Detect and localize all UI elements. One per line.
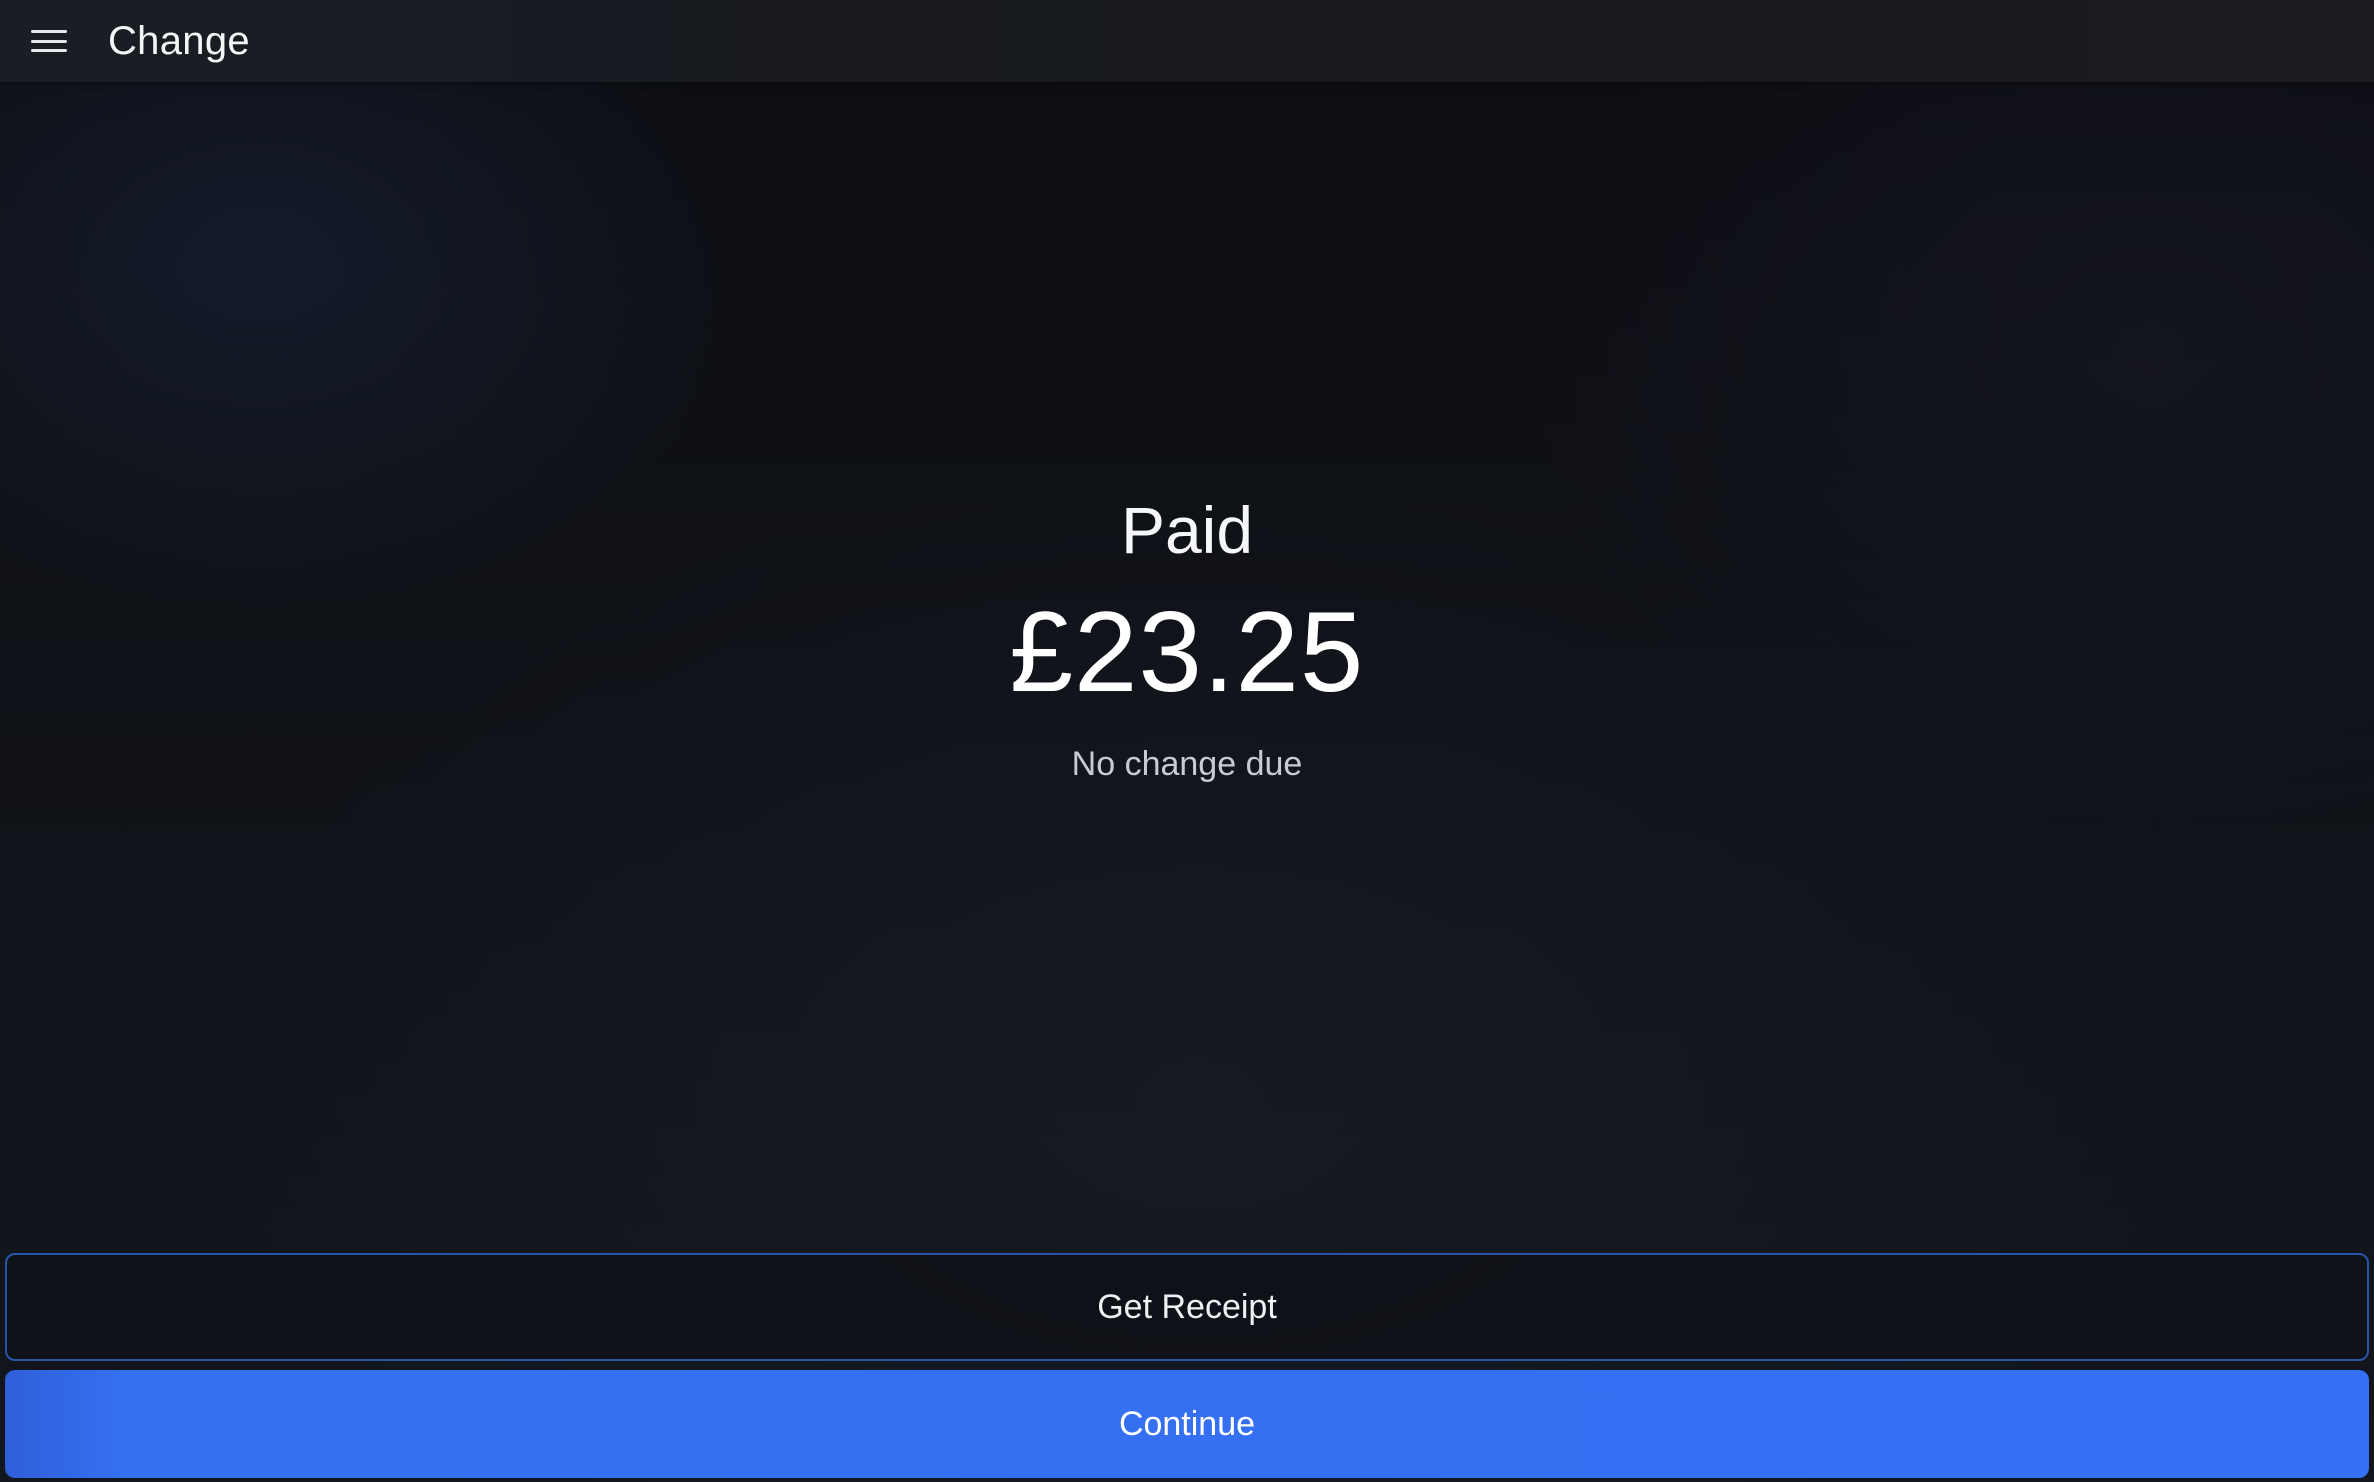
get-receipt-button[interactable]: Get Receipt	[5, 1253, 2369, 1361]
menu-line	[31, 49, 67, 52]
continue-button[interactable]: Continue	[5, 1370, 2369, 1478]
menu-line	[31, 30, 67, 33]
hamburger-menu-icon[interactable]	[31, 26, 67, 56]
paid-amount: £23.25	[1009, 589, 1365, 716]
menu-line	[31, 39, 67, 43]
payment-summary: Paid £23.25 No change due	[0, 490, 2374, 786]
paid-status-label: Paid	[1120, 493, 1254, 567]
page-title: Change	[108, 18, 250, 63]
app-root: Change Paid £23.25 No change due Get Rec…	[0, 0, 2374, 1482]
top-app-bar: Change	[0, 0, 2374, 82]
change-due-note: No change due	[1071, 745, 1303, 783]
